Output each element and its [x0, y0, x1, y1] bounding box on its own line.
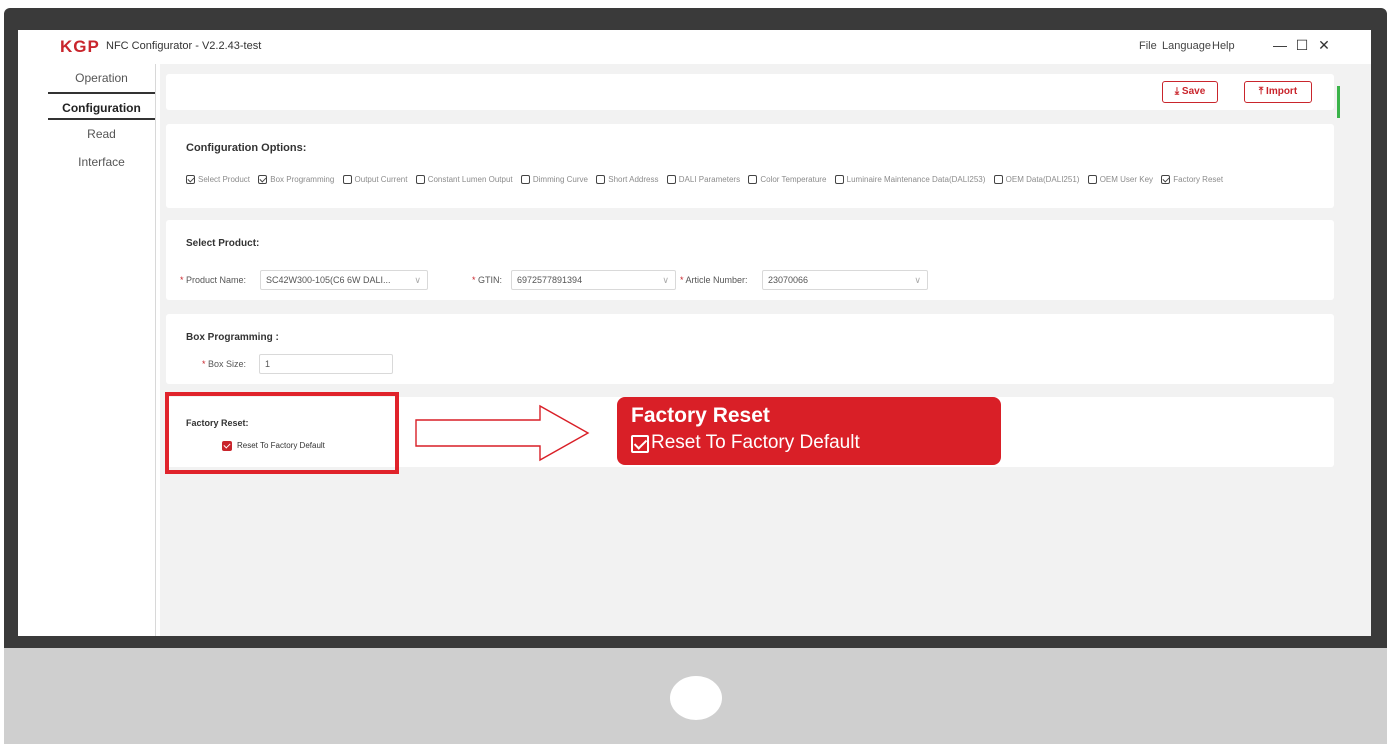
import-label: Import	[1266, 86, 1298, 97]
close-icon[interactable]: ✕	[1316, 37, 1332, 54]
highlight-box	[165, 392, 399, 474]
product-name-label: * Product Name:	[180, 275, 247, 285]
checkbox-icon	[415, 175, 425, 185]
chevron-down-icon: ∨	[414, 275, 421, 285]
box-programming-panel: Box Programming : * Box Size: 1	[166, 314, 1334, 384]
main-content: ⤓ Save ⤒ Import Configuration Options: S…	[160, 64, 1371, 636]
box-size-label: * Box Size:	[202, 359, 247, 369]
sidebar-item-configuration[interactable]: Configuration	[48, 92, 155, 120]
window-title: NFC Configurator - V2.2.43-test	[106, 40, 262, 52]
scrollbar-thumb[interactable]	[1337, 86, 1340, 118]
config-options-title: Configuration Options:	[186, 142, 307, 154]
app-window: KGP NFC Configurator - V2.2.43-test File…	[18, 30, 1371, 636]
factory-reset-callout: Factory Reset Reset To Factory Default	[617, 397, 1001, 465]
option-dimming-curve[interactable]: Dimming Curve	[520, 168, 588, 192]
toolbar-panel: ⤓ Save ⤒ Import	[166, 74, 1334, 110]
sidebar: Operation Configuration Read Interface	[48, 64, 156, 636]
checkbox-checked-icon	[258, 175, 268, 185]
checkbox-icon	[748, 175, 758, 185]
option-factory-reset[interactable]: Factory Reset	[1161, 168, 1223, 192]
option-oem-data[interactable]: OEM Data(DALI251)	[993, 168, 1079, 192]
sidebar-item-operation[interactable]: Operation	[48, 64, 155, 92]
maximize-icon[interactable]: ☐	[1294, 37, 1310, 54]
product-name-select[interactable]: SC42W300-105(C6 6W DALI... ∨	[260, 270, 428, 290]
menu-help[interactable]: Help	[1212, 40, 1235, 52]
checkbox-checked-icon	[1161, 175, 1171, 185]
title-bar: KGP NFC Configurator - V2.2.43-test File…	[18, 30, 1371, 62]
menu-language[interactable]: Language	[1162, 40, 1211, 52]
save-button[interactable]: ⤓ Save	[1162, 81, 1218, 103]
box-size-input[interactable]: 1	[259, 354, 393, 374]
config-options-panel: Configuration Options: Select Product Bo…	[166, 124, 1334, 208]
minimize-icon[interactable]: —	[1272, 37, 1288, 53]
article-number-label: * Article Number:	[680, 275, 748, 285]
callout-item: Reset To Factory Default	[651, 432, 860, 453]
select-product-title: Select Product:	[186, 238, 260, 249]
checkbox-icon	[1087, 175, 1097, 185]
option-color-temperature[interactable]: Color Temperature	[748, 168, 826, 192]
option-oem-user-key[interactable]: OEM User Key	[1087, 168, 1153, 192]
kgp-logo: KGP	[60, 37, 100, 56]
menu-file[interactable]: File	[1139, 40, 1157, 52]
checkbox-icon	[520, 175, 530, 185]
upload-icon: ⤒	[1258, 86, 1264, 97]
option-short-address[interactable]: Short Address	[596, 168, 658, 192]
import-button[interactable]: ⤒ Import	[1244, 81, 1312, 103]
power-button	[670, 676, 722, 720]
gtin-label: * GTIN:	[472, 275, 503, 285]
save-label: Save	[1181, 86, 1206, 97]
checkbox-checked-icon	[631, 435, 649, 453]
sidebar-item-read[interactable]: Read	[48, 120, 155, 148]
select-product-panel: Select Product: * Product Name: SC42W300…	[166, 220, 1334, 300]
option-select-product[interactable]: Select Product	[186, 168, 250, 192]
download-icon: ⤓	[1174, 86, 1180, 97]
option-luminaire-maintenance[interactable]: Luminaire Maintenance Data(DALI253)	[834, 168, 985, 192]
arrow-icon	[415, 404, 590, 462]
checkbox-icon	[342, 175, 352, 185]
checkbox-icon	[666, 175, 676, 185]
checkbox-checked-icon	[186, 175, 195, 185]
option-box-programming[interactable]: Box Programming	[258, 168, 334, 192]
chevron-down-icon: ∨	[662, 275, 669, 285]
checkbox-icon	[834, 175, 844, 185]
gtin-select[interactable]: 6972577891394 ∨	[511, 270, 676, 290]
checkbox-icon	[596, 175, 606, 185]
chevron-down-icon: ∨	[914, 275, 921, 285]
article-number-select[interactable]: 23070066 ∨	[762, 270, 928, 290]
checkbox-icon	[993, 175, 1003, 185]
option-output-current[interactable]: Output Current	[342, 168, 407, 192]
option-dali-parameters[interactable]: DALI Parameters	[666, 168, 740, 192]
sidebar-item-interface[interactable]: Interface	[48, 148, 155, 176]
option-constant-lumen-output[interactable]: Constant Lumen Output	[415, 168, 513, 192]
box-programming-title: Box Programming :	[186, 332, 279, 343]
config-options-list: Select Product Box Programming Output Cu…	[186, 168, 1336, 192]
callout-title: Factory Reset	[631, 404, 770, 427]
